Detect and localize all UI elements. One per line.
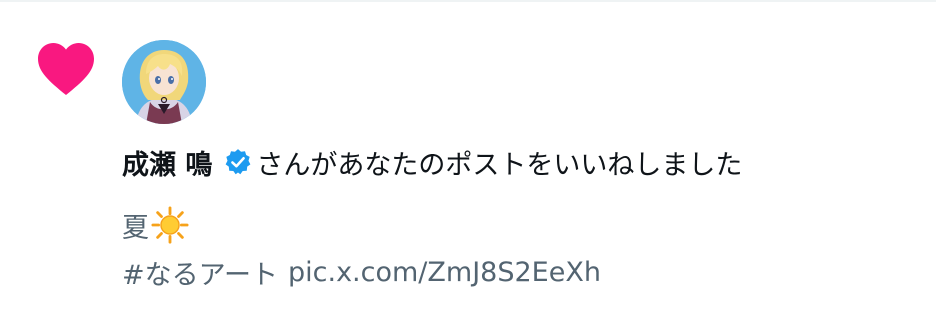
notification-headline: 成瀬 鳴 さんがあなたのポストをいいねしました bbox=[122, 140, 742, 184]
verified-badge-icon bbox=[226, 149, 251, 175]
hashtag-link[interactable]: #なるアート bbox=[122, 253, 278, 292]
post-text: 夏 bbox=[122, 212, 149, 244]
action-text: さんがあなたのポストをいいねしました bbox=[256, 149, 743, 181]
sun-emoji-icon bbox=[151, 206, 189, 244]
post-preview-line1: 夏 bbox=[122, 205, 189, 245]
user-name-link[interactable]: 成瀬 鳴 bbox=[122, 143, 212, 182]
avatar-illustration bbox=[122, 40, 206, 124]
avatar[interactable] bbox=[122, 40, 206, 124]
heart-icon bbox=[38, 43, 94, 95]
post-preview-line2: #なるアート pic.x.com/ZmJ8S2EeXh bbox=[122, 252, 601, 292]
media-link[interactable]: pic.x.com/ZmJ8S2EeXh bbox=[288, 257, 601, 288]
like-notification[interactable]: 成瀬 鳴 さんがあなたのポストをいいねしました 夏 #なるアート pic.x.c… bbox=[0, 0, 936, 311]
